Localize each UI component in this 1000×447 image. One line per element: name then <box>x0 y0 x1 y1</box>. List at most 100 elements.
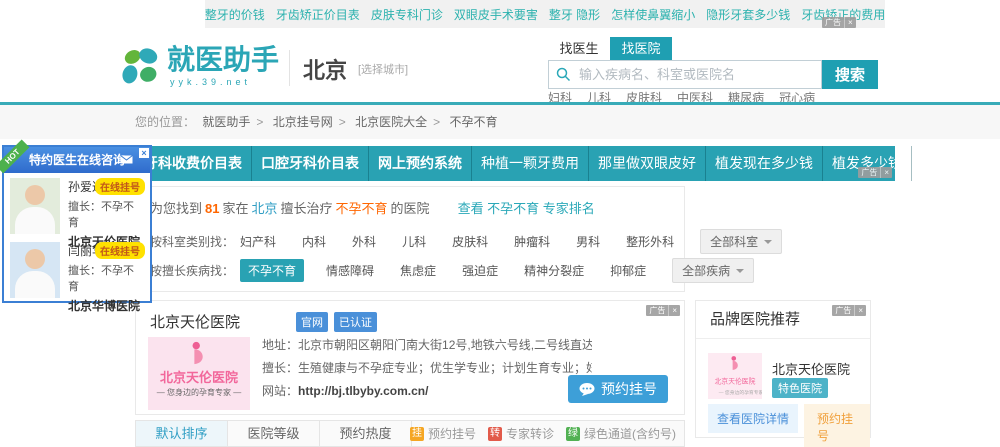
result-summary: 为您找到81家在北京擅长治疗不孕不育的医院查看 不孕不育 专家排名 <box>150 198 595 217</box>
divider <box>289 50 290 86</box>
legend-label: 预约挂号 <box>428 425 476 442</box>
ad-close-icon[interactable]: × <box>844 17 856 28</box>
hospital-website: 网站：http://bj.tlbyby.com.cn/ <box>262 380 592 403</box>
all-departments-dropdown[interactable]: 全部科室 <box>700 229 782 254</box>
result-text: 为您找到 <box>150 201 202 216</box>
sort-tab-popularity[interactable]: 预约热度 <box>320 421 412 446</box>
sort-bar: 默认排序 医院等级 预约热度 挂预约挂号 转专家转诊 绿绿色通道(含约号) <box>135 420 685 447</box>
filter-item[interactable]: 内科 <box>302 233 326 250</box>
hospital-details: 地址：北京市朝阳区朝阳门南大街12号,地铁六号线,二号线直达 擅长：生殖健康与不… <box>262 334 592 403</box>
sort-tab-grade[interactable]: 医院等级 <box>228 421 320 446</box>
doctor-specialty: 擅长：不孕不育 <box>68 198 144 230</box>
nav-item[interactable]: 牙科收费价目表 <box>135 146 252 181</box>
ad-close-icon[interactable]: × <box>880 167 892 178</box>
feature-hospital-badge: 特色医院 <box>772 378 828 398</box>
breadcrumb-link[interactable]: 就医助手 <box>202 115 250 129</box>
legend: 挂预约挂号 转专家转诊 绿绿色通道(含约号) <box>410 421 676 446</box>
doctor-photo <box>10 178 60 234</box>
filter-item[interactable]: 整形外科 <box>626 233 674 250</box>
breadcrumb-link[interactable]: 北京医院大全 <box>355 115 427 129</box>
expert-ranking-link[interactable]: 查看 不孕不育 专家排名 <box>458 201 595 216</box>
online-booking-badge[interactable]: 在线挂号 <box>95 178 145 195</box>
topbar-link[interactable]: 整牙 隐形 <box>549 6 600 23</box>
ad-badge[interactable]: 广告× <box>822 17 856 28</box>
hospital-logo-name: 北京天伦医院 <box>148 371 250 385</box>
filter-item[interactable]: 情感障碍 <box>326 262 374 279</box>
close-icon[interactable]: × <box>139 148 149 158</box>
topbar-link[interactable]: 整牙的价钱 <box>205 6 265 23</box>
filter-label: 按擅长疾病找： <box>150 262 234 279</box>
dropdown-label: 全部科室 <box>710 233 758 250</box>
sort-tab-default[interactable]: 默认排序 <box>136 421 228 446</box>
filter-label: 按科室类别找： <box>150 233 234 250</box>
filter-item[interactable]: 妇产科 <box>240 233 276 250</box>
tab-find-hospital[interactable]: 找医院 <box>610 37 672 60</box>
referral-icon: 转 <box>488 427 502 441</box>
topbar: 整牙的价钱 牙齿矫正价目表 皮肤专科门诊 双眼皮手术要害 整牙 隐形 怎样使鼻翼… <box>205 0 885 28</box>
doctor-item[interactable]: 在线挂号 闫丽华 擅长：不孕不育 北京华博医院 <box>4 237 150 301</box>
book-appointment-button[interactable]: 预约挂号 <box>804 404 870 447</box>
results-section: 为您找到81家在北京擅长治疗不孕不育的医院查看 不孕不育 专家排名 按科室类别找… <box>135 186 685 292</box>
tab-find-doctor[interactable]: 找医生 <box>548 37 610 60</box>
ad-badge[interactable]: 广告× <box>858 167 892 178</box>
result-count: 81 <box>205 201 219 216</box>
ad-badge[interactable]: 广告× <box>832 305 866 316</box>
filter-item[interactable]: 外科 <box>352 233 376 250</box>
filter-item-selected[interactable]: 不孕不育 <box>240 259 304 282</box>
topbar-link[interactable]: 隐形牙套多少钱 <box>706 6 790 23</box>
filter-item[interactable]: 皮肤科 <box>452 233 488 250</box>
hospital-logo[interactable]: 北京天伦医院 — 您身边的孕育专家 — <box>708 353 762 399</box>
topbar-link[interactable]: 牙齿矫正价目表 <box>276 6 360 23</box>
nav-item[interactable]: 植发现在多少钱 <box>706 146 823 181</box>
doctor-hospital: 北京华博医院 <box>68 297 144 314</box>
ad-badge[interactable]: 广告× <box>646 305 680 316</box>
result-text: 家在 <box>222 201 248 216</box>
breadcrumb-separator: > <box>433 115 440 129</box>
filter-item[interactable]: 精神分裂症 <box>524 262 584 279</box>
search-button[interactable]: 搜索 <box>822 60 878 89</box>
doctor-item[interactable]: 在线挂号 孙爱达 擅长：不孕不育 北京天伦医院 <box>4 173 150 237</box>
book-appointment-button[interactable]: 预约挂号 <box>568 375 668 403</box>
breadcrumb-link[interactable]: 北京挂号网 <box>273 115 333 129</box>
city-select-link[interactable]: [选择城市] <box>358 61 408 77</box>
site-title: 就医助手 <box>167 45 279 75</box>
topbar-link[interactable]: 双眼皮手术要害 <box>454 6 538 23</box>
green-channel-icon: 绿 <box>566 427 580 441</box>
search-input[interactable] <box>548 60 822 89</box>
ad-label: 广告 <box>832 305 854 316</box>
breadcrumb-separator: > <box>339 115 346 129</box>
nav-item[interactable]: 种植一颗牙费用 <box>472 146 589 181</box>
hospital-name-link[interactable]: 北京天伦医院 <box>772 359 850 378</box>
filter-item[interactable]: 强迫症 <box>462 262 498 279</box>
filter-item[interactable]: 儿科 <box>402 233 426 250</box>
website-label: 网站： <box>262 384 298 398</box>
ad-navbar: 牙科收费价目表 口腔牙科价目表 网上预约系统 种植一颗牙费用 那里做双眼皮好 植… <box>135 146 895 181</box>
filter-item[interactable]: 肿瘤科 <box>514 233 550 250</box>
hospital-logo-tagline: — 您身边的孕育专家 — <box>148 387 250 398</box>
online-booking-badge[interactable]: 在线挂号 <box>95 242 145 259</box>
nav-item[interactable]: 网上预约系统 <box>369 146 472 181</box>
all-diseases-dropdown[interactable]: 全部疾病 <box>672 258 754 283</box>
topbar-link[interactable]: 皮肤专科门诊 <box>371 6 443 23</box>
ad-close-icon[interactable]: × <box>854 305 866 316</box>
filter-item[interactable]: 男科 <box>576 233 600 250</box>
breadcrumb-separator: > <box>256 115 263 129</box>
chevron-down-icon <box>764 240 772 244</box>
website-link[interactable]: http://bj.tlbyby.com.cn/ <box>298 384 428 398</box>
nav-item[interactable]: 那里做双眼皮好 <box>589 146 706 181</box>
filter-row-disease: 按擅长疾病找： 不孕不育 情感障碍 焦虑症 强迫症 精神分裂症 抑郁症 全部疾病 <box>150 258 754 283</box>
filter-item[interactable]: 抑郁症 <box>610 262 646 279</box>
filter-row-department: 按科室类别找： 妇产科 内科 外科 儿科 皮肤科 肿瘤科 男科 整形外科 全部科… <box>150 229 782 254</box>
hospital-name-link[interactable]: 北京天伦医院 <box>150 311 240 332</box>
site-logo[interactable]: 就医助手 yyk.39.net <box>118 45 279 89</box>
doctor-photo <box>10 242 60 298</box>
pregnant-woman-icon <box>187 340 211 366</box>
dropdown-label: 全部疾病 <box>682 262 730 279</box>
filter-item[interactable]: 焦虑症 <box>400 262 436 279</box>
nav-item[interactable]: 口腔牙科价目表 <box>252 146 369 181</box>
topbar-link[interactable]: 怎样使鼻翼缩小 <box>611 6 695 23</box>
hospital-detail-button[interactable]: 查看医院详情 <box>708 404 798 433</box>
hospital-logo[interactable]: 北京天伦医院 — 您身边的孕育专家 — <box>148 337 250 410</box>
ad-label: 广告 <box>646 305 668 316</box>
ad-close-icon[interactable]: × <box>668 305 680 316</box>
